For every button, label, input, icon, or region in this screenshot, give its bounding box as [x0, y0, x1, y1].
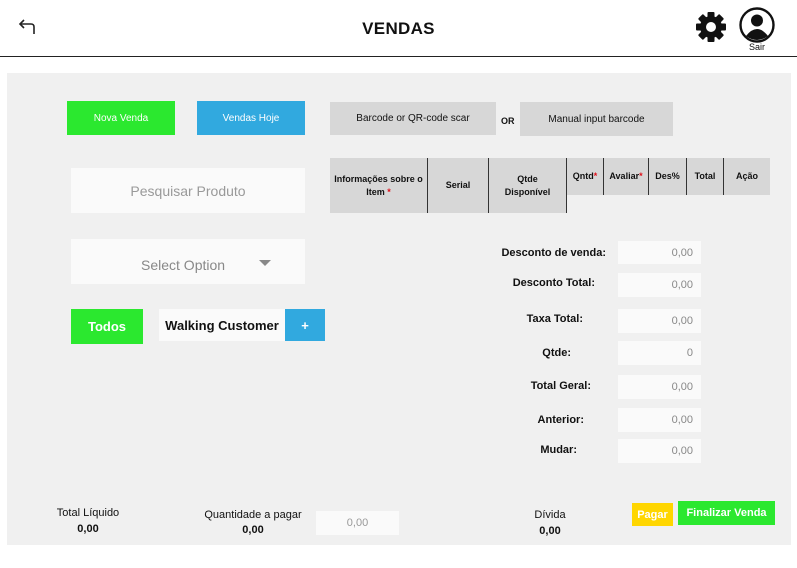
- table-header-item-info: Informações sobre o Item *: [330, 158, 428, 213]
- sale-discount-value[interactable]: 0,00: [618, 241, 701, 264]
- table-header-total: Total: [687, 158, 724, 195]
- payment-amount-input[interactable]: 0,00: [316, 511, 399, 535]
- add-customer-button[interactable]: +: [285, 309, 325, 341]
- amount-to-pay-label: Quantidade a pagar: [204, 509, 302, 521]
- previous-value[interactable]: 0,00: [618, 408, 701, 432]
- debt-label: Dívida: [534, 509, 566, 521]
- option-select-value: Select Option: [141, 257, 226, 273]
- net-total-label: Total Líquido: [56, 507, 120, 519]
- table-header-qty: Qntd*: [567, 158, 604, 195]
- change-value[interactable]: 0,00: [618, 439, 701, 463]
- sales-panel: Nova Venda Vendas Hoje Barcode or QR-cod…: [7, 73, 791, 545]
- new-sale-button[interactable]: Nova Venda: [67, 101, 175, 135]
- product-search-input[interactable]: Pesquisar Produto: [71, 168, 305, 213]
- table-header-serial: Serial: [428, 158, 489, 213]
- page-title: VENDAS: [362, 19, 435, 38]
- finalize-sale-button[interactable]: Finalizar Venda: [678, 501, 775, 525]
- manual-barcode-button[interactable]: Manual input barcode: [520, 102, 673, 136]
- chevron-down-icon: [259, 260, 271, 266]
- barcode-scan-button[interactable]: Barcode or QR-code scar: [330, 102, 496, 135]
- customer-name[interactable]: Walking Customer: [159, 309, 285, 341]
- total-discount-label: Desconto Total:: [512, 277, 595, 289]
- sale-discount-label: Desconto de venda:: [501, 247, 606, 259]
- option-select[interactable]: Select Option: [71, 239, 305, 284]
- change-label: Mudar:: [540, 444, 577, 456]
- amount-to-pay-value: 0,00: [242, 524, 264, 536]
- table-header-discount: Des%: [649, 158, 687, 195]
- total-discount-value[interactable]: 0,00: [618, 273, 701, 297]
- app-header: VENDAS Sair: [0, 0, 797, 57]
- grand-total-value[interactable]: 0,00: [618, 375, 701, 399]
- logout-label[interactable]: Sair: [742, 42, 772, 52]
- pay-button[interactable]: Pagar: [632, 503, 673, 526]
- or-label: OR: [501, 116, 515, 126]
- quantity-value[interactable]: 0: [618, 341, 701, 365]
- settings-gear-icon[interactable]: [694, 10, 728, 44]
- grand-total-label: Total Geral:: [530, 380, 591, 392]
- all-customers-button[interactable]: Todos: [71, 309, 143, 344]
- previous-label: Anterior:: [537, 414, 584, 426]
- sales-today-button[interactable]: Vendas Hoje: [197, 101, 305, 135]
- table-header-action: Ação: [724, 158, 770, 195]
- user-profile-icon[interactable]: [738, 6, 776, 44]
- net-total-value: 0,00: [77, 523, 99, 535]
- table-header-available-qty: Qtde Disponível: [489, 158, 567, 213]
- total-tax-label: Taxa Total:: [526, 313, 583, 325]
- total-tax-value[interactable]: 0,00: [618, 309, 701, 333]
- quantity-label: Qtde:: [542, 347, 571, 359]
- table-header-rate: Avaliar*: [604, 158, 649, 195]
- debt-value: 0,00: [539, 525, 561, 537]
